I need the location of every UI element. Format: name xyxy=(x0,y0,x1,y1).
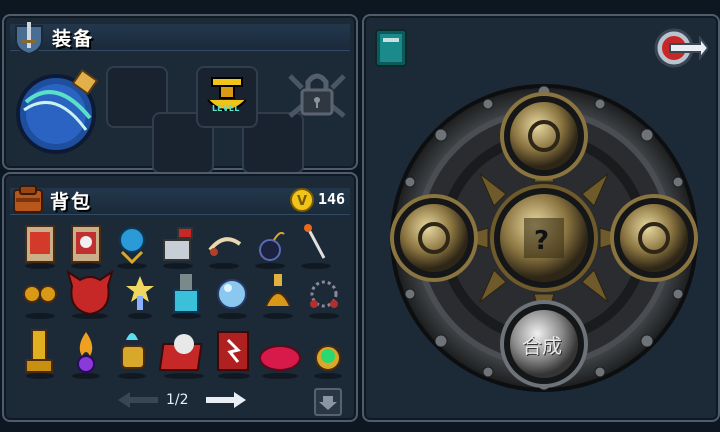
synthesize-label: 合成 xyxy=(522,334,562,358)
item-broken-red-tome[interactable] xyxy=(158,334,204,379)
recipe-book-icon[interactable] xyxy=(374,28,408,68)
ingredient-slot-top[interactable] xyxy=(500,92,588,180)
backpack-row-3 xyxy=(25,329,342,379)
item-hammer-block[interactable] xyxy=(163,227,193,269)
backpack-row-1 xyxy=(25,224,331,269)
item-golden-trophy[interactable] xyxy=(25,329,54,379)
item-crystal-ball-mirror[interactable] xyxy=(217,279,247,319)
ingredient-slot-left[interactable] xyxy=(390,194,478,282)
equip-slot-amulet[interactable]: LEVEL xyxy=(196,66,258,128)
amulet-level-label: LEVEL xyxy=(212,104,240,113)
gold-amulet-icon xyxy=(207,77,247,111)
ingredient-slot-right[interactable] xyxy=(610,194,698,282)
item-spiked-chain[interactable] xyxy=(309,280,339,319)
item-green-gem-ring[interactable] xyxy=(314,345,342,379)
item-golden-claw[interactable] xyxy=(263,274,293,319)
page-indicator: 1/2 xyxy=(166,392,189,408)
item-star-fairy[interactable] xyxy=(126,276,154,319)
item-red-potion-card[interactable] xyxy=(25,225,55,269)
item-red-slime-blob[interactable] xyxy=(259,345,301,379)
item-black-bomb[interactable] xyxy=(255,231,285,269)
item-skull-card[interactable] xyxy=(71,225,101,269)
equip-slot-weapon[interactable] xyxy=(12,66,100,154)
result-unknown-symbol: ? xyxy=(534,226,550,256)
sort-down-button[interactable] xyxy=(314,388,342,416)
exit-door-icon[interactable] xyxy=(654,26,708,70)
item-flame-staff[interactable] xyxy=(301,224,331,269)
item-goggles[interactable] xyxy=(23,285,57,319)
crafting-panel: ? 合成 xyxy=(362,14,720,422)
next-page-arrow-icon[interactable] xyxy=(204,390,248,410)
gold-coin-icon: V xyxy=(290,188,314,212)
prev-page-arrow-icon[interactable] xyxy=(116,390,160,410)
item-red-spellbook[interactable] xyxy=(217,331,250,379)
item-purple-flame-ring[interactable] xyxy=(72,332,100,379)
item-red-demon-helm[interactable] xyxy=(66,270,114,319)
bomb-weapon-icon xyxy=(16,68,99,154)
backpack-title: 背包 xyxy=(50,191,93,213)
sword-shield-icon xyxy=(15,22,43,56)
item-blue-flame-gauntlet[interactable] xyxy=(118,333,146,379)
gold-counter: V 146 xyxy=(290,187,350,213)
backpack-icon xyxy=(13,185,43,213)
equipment-panel: 装备 LEVEL xyxy=(2,14,358,174)
gold-amount: 146 xyxy=(318,190,346,208)
equipment-title: 装备 xyxy=(52,28,95,50)
item-blue-orb-stand[interactable] xyxy=(117,227,147,269)
item-claw-necklace[interactable] xyxy=(208,237,242,269)
backpack-row-2 xyxy=(23,270,339,319)
backpack-panel: 背包 V 146 1/2 xyxy=(2,172,358,422)
gold-coin-symbol: V xyxy=(297,194,307,209)
lock-icon xyxy=(288,73,346,118)
equip-slot-locked[interactable] xyxy=(288,66,346,124)
item-cyan-potion-statue[interactable] xyxy=(171,274,201,319)
